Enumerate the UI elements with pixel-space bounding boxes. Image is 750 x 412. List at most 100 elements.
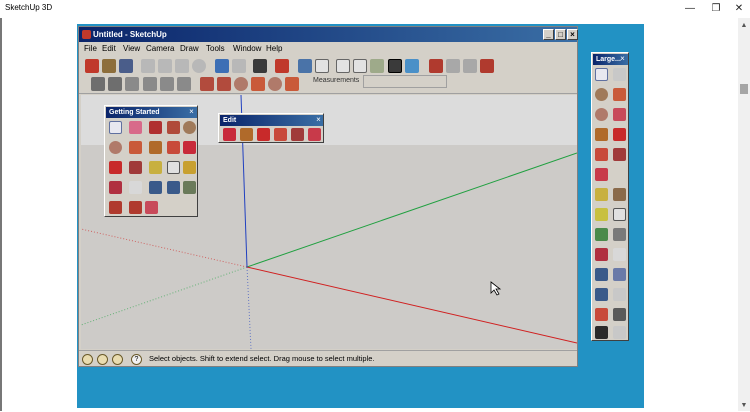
select-icon[interactable]: [595, 68, 608, 81]
previous-view-icon[interactable]: [613, 288, 626, 301]
menu-help[interactable]: Help: [263, 42, 285, 56]
save-icon[interactable]: [119, 59, 133, 73]
rectangle-tool-icon[interactable]: [200, 77, 214, 91]
edit-toolbar-close-button[interactable]: ×: [314, 115, 323, 124]
rotate-icon[interactable]: [109, 161, 122, 174]
getting-started-close-button[interactable]: ×: [187, 107, 196, 116]
menu-view[interactable]: View: [120, 42, 143, 56]
zoom-window-icon[interactable]: [613, 268, 626, 281]
front-view-icon[interactable]: [336, 59, 350, 73]
back-view-icon[interactable]: [370, 59, 384, 73]
menu-camera[interactable]: Camera: [143, 42, 177, 56]
arc-icon[interactable]: [613, 88, 626, 101]
xray-icon[interactable]: [91, 77, 105, 91]
wireframe-icon[interactable]: [108, 77, 122, 91]
host-close-button[interactable]: ✕: [726, 0, 750, 18]
app-minimize-button[interactable]: _: [543, 29, 554, 40]
line-icon[interactable]: [149, 121, 162, 134]
push-pull-icon[interactable]: [149, 141, 162, 154]
scroll-thumb[interactable]: [740, 84, 748, 94]
section-plane-icon[interactable]: [613, 326, 626, 339]
menu-edit[interactable]: Edit: [99, 42, 119, 56]
help-icon[interactable]: ?: [131, 354, 142, 365]
new-file-icon[interactable]: [85, 59, 99, 73]
print-icon[interactable]: [253, 59, 267, 73]
look-around-icon[interactable]: [613, 308, 626, 321]
push-pull-icon[interactable]: [240, 128, 253, 141]
zoom-icon[interactable]: [595, 268, 608, 281]
zoom-icon[interactable]: [149, 181, 162, 194]
zoom-extents-icon[interactable]: [167, 181, 180, 194]
menu-window[interactable]: Window: [230, 42, 264, 56]
host-vertical-scrollbar[interactable]: ▲ ▼: [738, 18, 750, 411]
rotate-icon[interactable]: [613, 128, 626, 141]
3d-text-icon[interactable]: [613, 228, 626, 241]
follow-me-icon[interactable]: [595, 148, 608, 161]
app-maximize-button[interactable]: □: [555, 29, 566, 40]
credits-icon[interactable]: [97, 354, 108, 365]
copy-icon[interactable]: [158, 59, 172, 73]
pan-icon[interactable]: [613, 248, 626, 261]
circle-icon[interactable]: [595, 88, 608, 101]
house-textured-icon[interactable]: [160, 77, 174, 91]
getting-started-title[interactable]: Getting Started: [106, 107, 197, 118]
push-pull-icon[interactable]: [595, 128, 608, 141]
right-view-icon[interactable]: [353, 59, 367, 73]
scale-icon[interactable]: [291, 128, 304, 141]
menu-tools[interactable]: Tools: [203, 42, 228, 56]
undo-icon[interactable]: [215, 59, 229, 73]
house-monochrome-icon[interactable]: [177, 77, 191, 91]
paste-icon[interactable]: [175, 59, 189, 73]
walk-icon[interactable]: [595, 326, 608, 339]
arc-2pt-icon[interactable]: [129, 141, 142, 154]
send-to-layout-icon[interactable]: [145, 201, 158, 214]
get-models-icon[interactable]: [463, 59, 477, 73]
arc-tool-icon[interactable]: [251, 77, 265, 91]
large-tool-set-close-button[interactable]: ×: [618, 54, 627, 63]
rotate-icon[interactable]: [257, 128, 270, 141]
share-model-icon[interactable]: [446, 59, 460, 73]
scale-icon[interactable]: [129, 161, 142, 174]
pan-icon[interactable]: [129, 181, 142, 194]
tape-measure-icon[interactable]: [149, 161, 162, 174]
rectangle-icon[interactable]: [167, 121, 180, 134]
top-view-icon[interactable]: [315, 59, 329, 73]
host-minimize-button[interactable]: —: [677, 0, 703, 18]
menu-draw[interactable]: Draw: [177, 42, 202, 56]
polygon-icon[interactable]: [595, 108, 608, 121]
follow-me-icon[interactable]: [274, 128, 287, 141]
menu-file[interactable]: File: [81, 42, 100, 56]
model-info-icon[interactable]: [275, 59, 289, 73]
text-icon[interactable]: [167, 161, 180, 174]
follow-me-icon[interactable]: [167, 141, 180, 154]
geo-location-icon[interactable]: [82, 354, 93, 365]
extension-warehouse-icon[interactable]: [129, 201, 142, 214]
text-icon[interactable]: [613, 208, 626, 221]
house-shaded-icon[interactable]: [143, 77, 157, 91]
zoom-extents-icon[interactable]: [595, 288, 608, 301]
redo-icon[interactable]: [232, 59, 246, 73]
edit-toolbar-title[interactable]: Edit: [220, 115, 323, 126]
cut-icon[interactable]: [141, 59, 155, 73]
bottom-view-icon[interactable]: [405, 59, 419, 73]
move-icon[interactable]: [223, 128, 236, 141]
select-icon[interactable]: [109, 121, 122, 134]
scroll-up-arrow-icon[interactable]: ▲: [738, 22, 750, 32]
make-component-icon[interactable]: [613, 68, 626, 81]
freehand-tool-icon[interactable]: [285, 77, 299, 91]
polygon-tool-icon[interactable]: [268, 77, 282, 91]
measurements-input[interactable]: [363, 75, 447, 88]
paint-bucket-icon[interactable]: [183, 161, 196, 174]
freehand-icon[interactable]: [613, 108, 626, 121]
offset-icon[interactable]: [308, 128, 321, 141]
axes-icon[interactable]: [595, 228, 608, 241]
circle-tool-icon[interactable]: [234, 77, 248, 91]
3d-warehouse-icon[interactable]: [109, 201, 122, 214]
position-camera-icon[interactable]: [595, 308, 608, 321]
tape-measure-icon[interactable]: [595, 188, 608, 201]
warehouse-icon[interactable]: [429, 59, 443, 73]
left-view-icon[interactable]: [388, 59, 402, 73]
protractor-icon[interactable]: [595, 208, 608, 221]
scenes-icon[interactable]: [183, 181, 196, 194]
scale-icon[interactable]: [613, 148, 626, 161]
